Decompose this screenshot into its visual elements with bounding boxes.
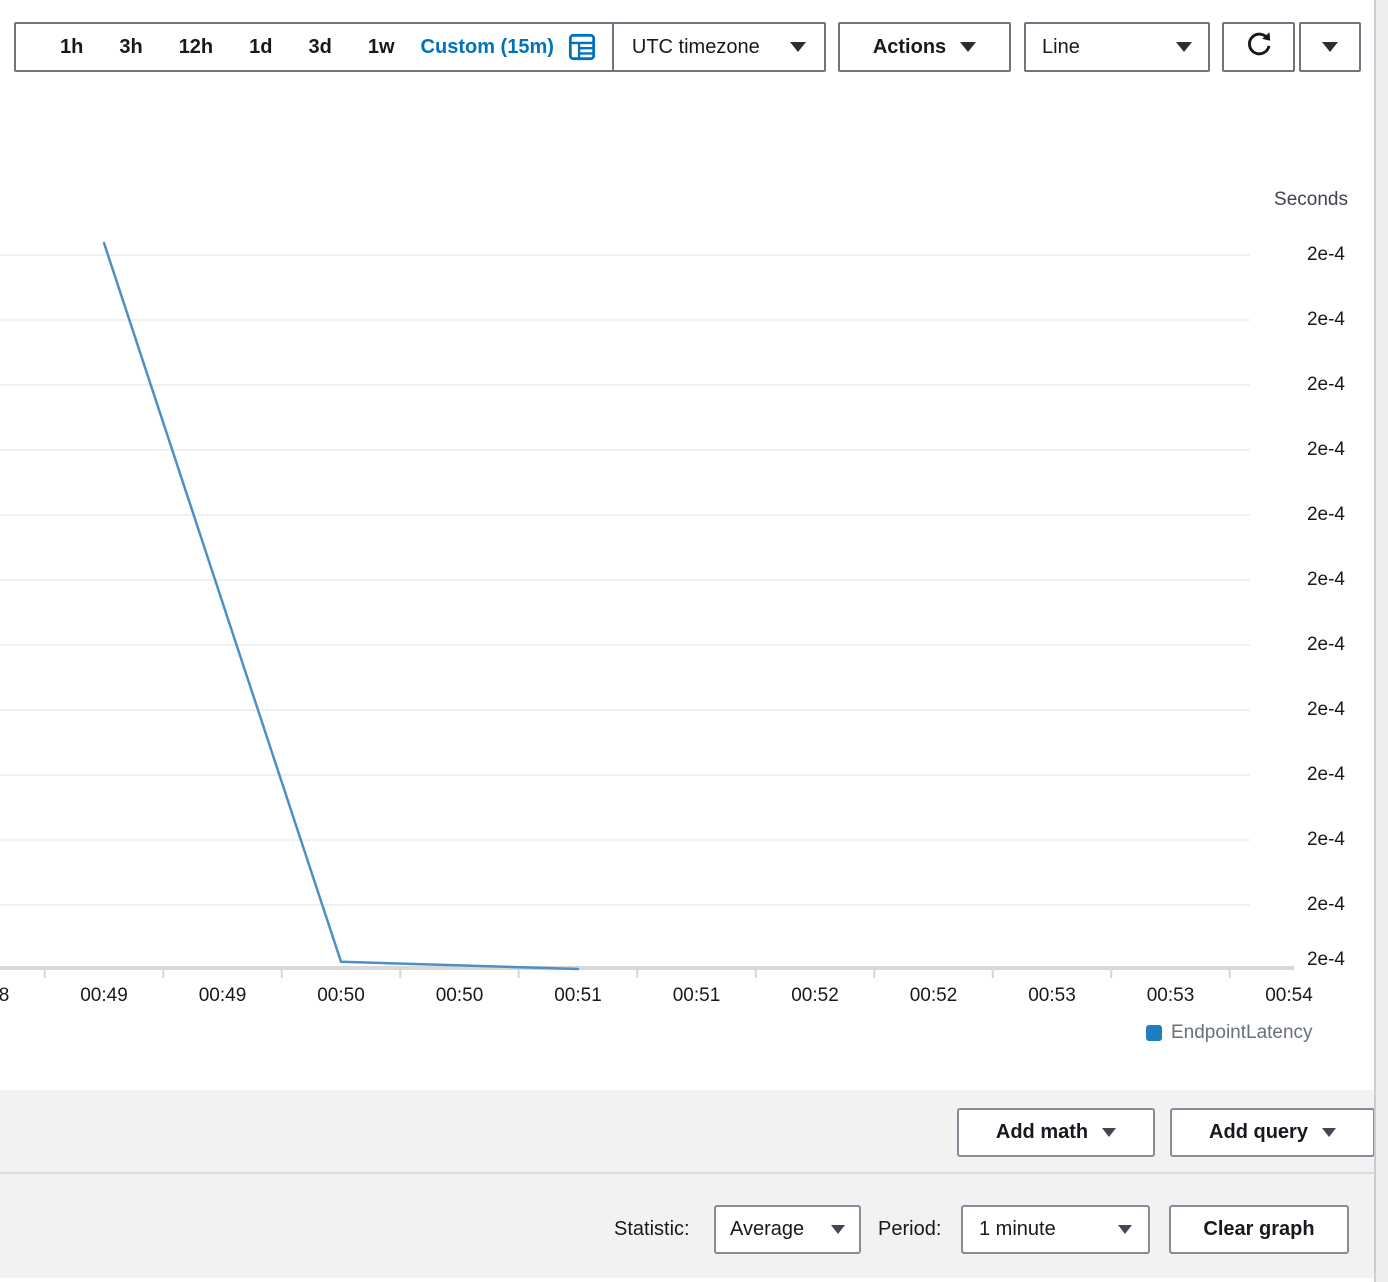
legend-color-swatch bbox=[1146, 1025, 1162, 1041]
cloudwatch-graph-panel: 1h 3h 12h 1d 3d 1w Custom (15m) UTC time… bbox=[0, 0, 1388, 1282]
time-range-1w[interactable]: 1w bbox=[368, 36, 395, 59]
chart-type-label: Line bbox=[1042, 36, 1080, 59]
graphed-metrics-footer: Add math Add query Statistic: Average Pe… bbox=[0, 1090, 1388, 1278]
y-tick-label: 2e-4 bbox=[1200, 764, 1345, 786]
x-tick-label: 00:49 bbox=[56, 985, 152, 1007]
y-tick-label: 2e-4 bbox=[1200, 504, 1345, 526]
actions-dropdown[interactable]: Actions bbox=[838, 22, 1011, 72]
statistic-dropdown[interactable]: Average bbox=[714, 1205, 861, 1254]
x-tick-label: 00:50 bbox=[293, 985, 389, 1007]
chevron-down-icon bbox=[1176, 42, 1192, 52]
add-query-button[interactable]: Add query bbox=[1170, 1108, 1375, 1157]
time-range-1h[interactable]: 1h bbox=[60, 36, 83, 59]
chevron-down-icon bbox=[1322, 1128, 1336, 1137]
chart-type-dropdown[interactable]: Line bbox=[1024, 22, 1210, 72]
x-tick-label: 00:54 bbox=[1241, 985, 1337, 1007]
x-tick-label: 00:53 bbox=[1004, 985, 1100, 1007]
series-line-EndpointLatency[interactable] bbox=[104, 243, 578, 969]
y-tick-label: 2e-4 bbox=[1200, 439, 1345, 461]
clear-graph-label: Clear graph bbox=[1203, 1218, 1314, 1241]
clear-graph-button[interactable]: Clear graph bbox=[1169, 1205, 1349, 1254]
time-range-group: 1h 3h 12h 1d 3d 1w Custom (15m) UTC time… bbox=[14, 22, 826, 72]
y-tick-label: 2e-4 bbox=[1200, 309, 1345, 331]
add-math-label: Add math bbox=[996, 1121, 1088, 1144]
x-tick-label: 00:52 bbox=[886, 985, 982, 1007]
x-tick-label: 00:51 bbox=[649, 985, 745, 1007]
x-tick-label: 00:49 bbox=[175, 985, 271, 1007]
chart-plot-area[interactable] bbox=[0, 92, 1388, 1090]
x-tick-label: 00:53 bbox=[1123, 985, 1219, 1007]
time-range-3d[interactable]: 3d bbox=[309, 36, 332, 59]
refresh-button[interactable] bbox=[1222, 22, 1295, 72]
legend-label: EndpointLatency bbox=[1171, 1022, 1313, 1044]
timezone-dropdown[interactable]: UTC timezone bbox=[614, 36, 824, 59]
actions-label: Actions bbox=[873, 36, 946, 59]
timezone-label: UTC timezone bbox=[632, 36, 760, 59]
y-axis-unit: Seconds bbox=[1100, 189, 1348, 211]
chevron-down-icon bbox=[831, 1225, 845, 1234]
chevron-down-icon bbox=[790, 42, 806, 52]
add-math-button[interactable]: Add math bbox=[957, 1108, 1155, 1157]
period-dropdown[interactable]: 1 minute bbox=[961, 1205, 1150, 1254]
statistic-label: Statistic: bbox=[614, 1205, 690, 1253]
period-label: Period: bbox=[878, 1205, 941, 1253]
add-query-label: Add query bbox=[1209, 1121, 1308, 1144]
time-range-12h[interactable]: 12h bbox=[179, 36, 213, 59]
footer-divider bbox=[0, 1172, 1378, 1174]
refresh-icon bbox=[1243, 28, 1275, 66]
y-tick-label: 2e-4 bbox=[1200, 634, 1345, 656]
chart-legend[interactable]: EndpointLatency bbox=[1146, 1022, 1313, 1044]
time-range-1d[interactable]: 1d bbox=[249, 36, 272, 59]
custom-time-range-link[interactable]: Custom (15m) bbox=[421, 36, 554, 59]
y-tick-label: 2e-4 bbox=[1200, 894, 1345, 916]
statistic-value: Average bbox=[730, 1218, 804, 1241]
y-tick-label: 2e-4 bbox=[1200, 949, 1345, 971]
period-value: 1 minute bbox=[979, 1218, 1056, 1241]
time-range-3h[interactable]: 3h bbox=[119, 36, 142, 59]
x-tick-label: 00:48 bbox=[0, 985, 34, 1007]
y-tick-label: 2e-4 bbox=[1200, 374, 1345, 396]
chevron-down-icon bbox=[1322, 42, 1338, 52]
scrollbar-track[interactable] bbox=[1376, 0, 1388, 1282]
chevron-down-icon bbox=[1118, 1225, 1132, 1234]
refresh-options-dropdown[interactable] bbox=[1299, 22, 1361, 72]
metric-chart: Seconds 2e-4 2e-4 2e-4 2e-4 2e-4 2e-4 2e-4 2e-4… bbox=[0, 92, 1388, 1090]
x-tick-label: 00:52 bbox=[767, 985, 863, 1007]
y-tick-label: 2e-4 bbox=[1200, 699, 1345, 721]
y-tick-label: 2e-4 bbox=[1200, 569, 1345, 591]
chevron-down-icon bbox=[1102, 1128, 1116, 1137]
x-tick-label: 00:50 bbox=[412, 985, 508, 1007]
y-tick-label: 2e-4 bbox=[1200, 244, 1345, 266]
calendar-icon[interactable] bbox=[568, 33, 596, 61]
y-tick-label: 2e-4 bbox=[1200, 829, 1345, 851]
chevron-down-icon bbox=[960, 42, 976, 52]
x-tick-label: 00:51 bbox=[530, 985, 626, 1007]
time-range-list: 1h 3h 12h 1d 3d 1w bbox=[16, 36, 395, 59]
